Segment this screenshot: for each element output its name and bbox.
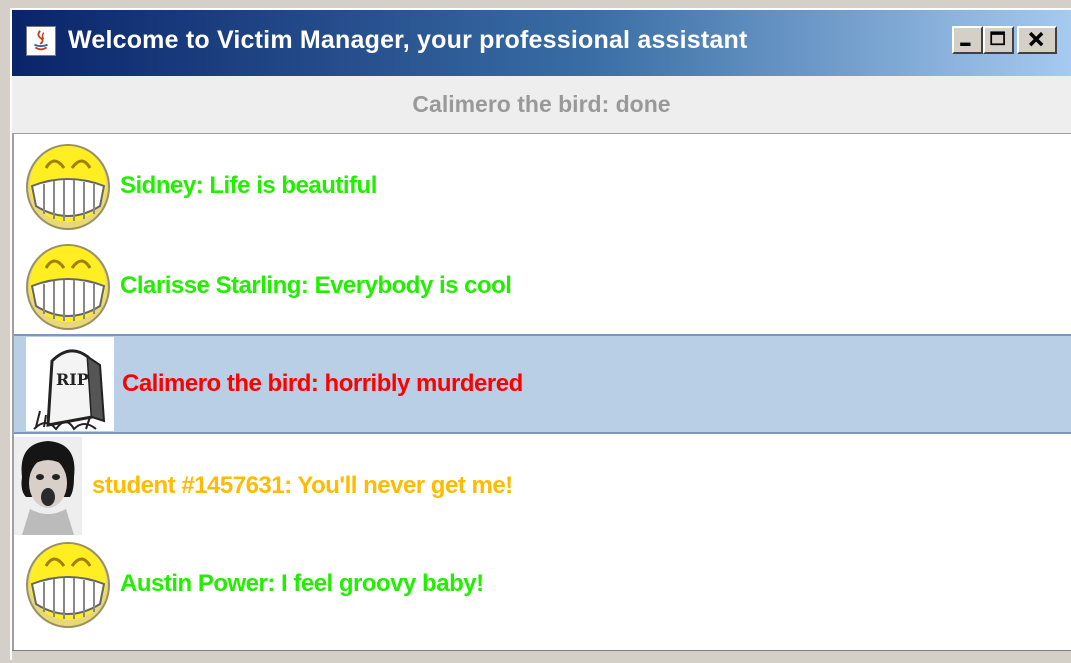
screaming-face-icon — [14, 437, 82, 535]
window-bottom-border — [12, 650, 1071, 663]
list-item[interactable]: Sidney: Life is beautiful — [14, 136, 1071, 236]
smiley-icon — [24, 140, 112, 232]
minimize-icon — [960, 42, 971, 46]
smiley-icon — [24, 538, 112, 630]
maximize-icon — [990, 31, 1005, 46]
status-text: Calimero the bird: done — [412, 91, 671, 117]
window-title: Welcome to Victim Manager, your professi… — [68, 26, 748, 54]
minimize-button[interactable] — [952, 26, 983, 54]
list-item-selected[interactable]: RIP Calimero the bird: horribly murdered — [14, 334, 1071, 434]
victim-label: Calimero the bird: horribly murdered — [122, 370, 523, 397]
victim-label: Austin Power: I feel groovy baby! — [120, 570, 484, 597]
app-window: Welcome to Victim Manager, your professi… — [10, 8, 1071, 663]
java-app-icon[interactable] — [26, 26, 56, 56]
victim-label: student #1457631: You'll never get me! — [92, 472, 513, 499]
victim-label: Sidney: Life is beautiful — [120, 172, 377, 199]
list-item[interactable]: Clarisse Starling: Everybody is cool — [14, 236, 1071, 336]
list-item[interactable]: student #1457631: You'll never get me! — [14, 436, 1071, 536]
svg-text:RIP: RIP — [56, 370, 89, 389]
victim-label: Clarisse Starling: Everybody is cool — [120, 272, 512, 299]
maximize-button[interactable] — [983, 26, 1014, 54]
close-icon — [1028, 31, 1044, 47]
close-button[interactable] — [1017, 26, 1057, 54]
tombstone-icon: RIP — [26, 337, 114, 431]
victim-list[interactable]: Sidney: Life is beautiful Clarisse Starl… — [12, 134, 1071, 656]
status-bar: Calimero the bird: done — [12, 76, 1071, 134]
list-item[interactable]: Austin Power: I feel groovy baby! — [14, 534, 1071, 634]
smiley-icon — [24, 240, 112, 332]
title-bar[interactable]: Welcome to Victim Manager, your professi… — [12, 10, 1071, 76]
